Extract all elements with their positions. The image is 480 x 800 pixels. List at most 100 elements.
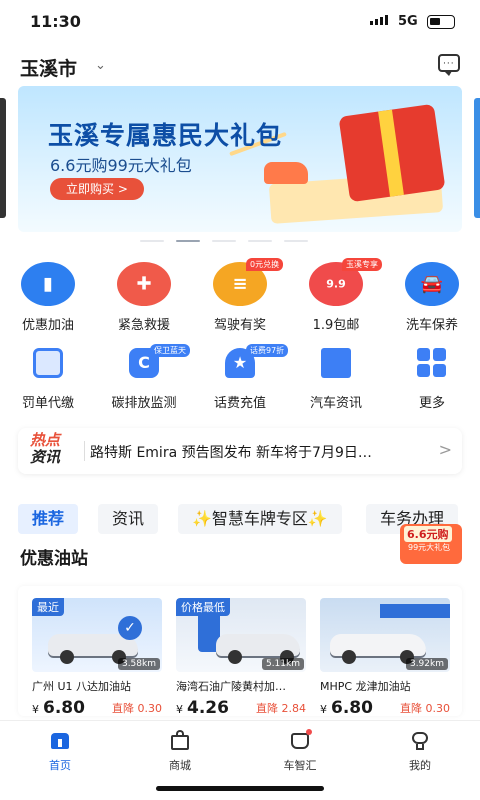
service-phone-recharge[interactable]: 话费97折 ★ 话费充值: [192, 344, 289, 411]
service-oil[interactable]: ▮ 优惠加油: [0, 262, 96, 333]
service-tag: 保卫蓝天: [150, 344, 190, 357]
tab-smart-plate[interactable]: ✨智慧车牌专区✨: [178, 504, 342, 534]
station-card[interactable]: 价格最低 5.11km 海湾石油广陵黄村加… ¥4.26 直降 2.84: [176, 598, 306, 718]
shop-bag-icon: [169, 729, 191, 751]
service-rescue[interactable]: ✚ 紧急救援: [96, 262, 192, 333]
currency: ¥: [176, 703, 183, 716]
network-type: 5G: [398, 14, 418, 29]
service-car-news[interactable]: 汽车资讯: [288, 348, 384, 411]
chevron-down-icon[interactable]: ⌄: [95, 58, 106, 73]
service-label: 话费充值: [213, 396, 266, 411]
service-tag: 玉溪专享: [342, 258, 382, 271]
nav-car-hub[interactable]: 车智汇: [240, 729, 360, 773]
service-driving-reward[interactable]: 0元兑换 ≡ 驾驶有奖: [192, 258, 288, 333]
station-image: ✓ 最近 3.58km: [32, 598, 162, 672]
news-icon: [321, 348, 351, 378]
signal-icon: [370, 15, 388, 25]
service-grid-row2: 罚单代缴 保卫蓝天 C 碳排放监测 话费97折 ★ 话费充值 汽车资讯 更多: [0, 344, 480, 411]
nav-home[interactable]: 首页: [0, 729, 120, 773]
tab-news[interactable]: 资讯: [98, 504, 159, 534]
profile-icon: [409, 729, 431, 751]
check-shield-icon: ✓: [118, 616, 142, 640]
station-card[interactable]: ✓ 最近 3.58km 广州 U1 八达加油站 ¥6.80 直降 0.30: [32, 598, 162, 718]
top-header: 玉溪市 ⌄ ···: [0, 50, 480, 82]
banner-prev-peek: [0, 98, 6, 218]
floating-promo-badge[interactable]: 6.6元购 99元大礼包: [400, 520, 464, 568]
currency: ¥: [320, 703, 327, 716]
canopy-illustration: [380, 604, 450, 618]
car-hub-icon: [289, 729, 312, 751]
service-car-wash[interactable]: 🚘 洗车保养: [384, 262, 480, 333]
divider: [84, 441, 85, 461]
station-image: 3.92km: [320, 598, 450, 672]
price-drop: 直降 2.84: [256, 702, 306, 715]
service-label: 驾驶有奖: [213, 318, 266, 333]
service-tag: 话费97折: [246, 344, 289, 357]
buy-now-button[interactable]: 立即购买 >: [50, 178, 144, 200]
service-label: 更多: [418, 396, 445, 411]
service-carbon[interactable]: 保卫蓝天 C 碳排放监测: [96, 344, 192, 411]
banner-carousel[interactable]: 玉溪专属惠民大礼包 6.6元购99元大礼包 立即购买 >: [0, 86, 480, 236]
service-label: 碳排放监测: [111, 396, 177, 411]
rescue-icon: ✚: [117, 262, 171, 306]
hot-news-logo: 热点 资讯: [30, 432, 76, 466]
status-bar: 11:30 5G: [0, 0, 480, 44]
carousel-indicator: [140, 240, 308, 242]
service-fine-payment[interactable]: 罚单代缴: [0, 348, 96, 411]
service-label: 1.9包邮: [312, 318, 360, 333]
status-time: 11:30: [30, 12, 81, 31]
section-title: 优惠油站: [20, 549, 88, 569]
price-value: 6.80: [43, 698, 85, 718]
banner-subtitle: 6.6元购99元大礼包: [50, 156, 192, 175]
station-image: 价格最低 5.11km: [176, 598, 306, 672]
banner-title: 玉溪专属惠民大礼包: [48, 121, 283, 150]
service-label: 紧急救援: [117, 318, 170, 333]
price-drop: 直降 0.30: [112, 702, 162, 715]
nav-label: 商城: [169, 759, 191, 772]
service-label: 洗车保养: [405, 318, 458, 333]
battery-icon: [427, 15, 455, 29]
station-badge: 价格最低: [176, 598, 230, 616]
chevron-right-icon[interactable]: >: [439, 440, 452, 459]
service-label: 优惠加油: [21, 318, 74, 333]
message-icon[interactable]: ···: [438, 54, 460, 76]
station-distance: 5.11km: [261, 658, 304, 670]
nav-label: 首页: [49, 759, 71, 772]
service-label: 罚单代缴: [21, 396, 74, 411]
service-tag: 0元兑换: [246, 258, 284, 271]
banner-next-peek: [474, 98, 480, 218]
tab-recommend[interactable]: 推荐: [18, 504, 79, 534]
nav-label: 车智汇: [283, 759, 317, 772]
nav-label: 我的: [409, 759, 431, 772]
station-badge: 最近: [32, 598, 64, 616]
promo-price: 6.6元购: [404, 526, 452, 542]
station-distance: 3.92km: [405, 658, 448, 670]
service-more[interactable]: 更多: [384, 348, 480, 411]
news-label: 资讯: [30, 448, 61, 466]
city-selector[interactable]: 玉溪市: [20, 54, 77, 81]
service-label: 汽车资讯: [309, 396, 362, 411]
nav-shop[interactable]: 商城: [120, 729, 240, 773]
station-name: MHPC 龙津加油站: [320, 680, 411, 693]
price-value: 6.80: [331, 698, 373, 718]
news-headline[interactable]: 路特斯 Emira 预告图发布 新车将于7月9日…: [90, 442, 440, 462]
wheel: [228, 650, 242, 664]
station-distance: 3.58km: [117, 658, 160, 670]
hot-news-bar[interactable]: 热点 资讯 路特斯 Emira 预告图发布 新车将于7月9日… >: [18, 428, 462, 474]
ticket-icon: [33, 348, 63, 378]
station-list: ✓ 最近 3.58km 广州 U1 八达加油站 ¥6.80 直降 0.30 价格…: [18, 586, 462, 718]
wheel: [342, 650, 356, 664]
price-drop: 直降 0.30: [400, 702, 450, 715]
nav-profile[interactable]: 我的: [360, 729, 480, 773]
oil-can-icon: ▮: [21, 262, 75, 306]
hot-label: 热点: [30, 431, 61, 449]
promo-banner[interactable]: 玉溪专属惠民大礼包 6.6元购99元大礼包 立即购买 >: [18, 86, 462, 232]
gift-box-illustration: [338, 103, 446, 203]
station-card[interactable]: 3.92km MHPC 龙津加油站 ¥6.80 直降 0.30: [320, 598, 450, 718]
promo-desc: 99元大礼包: [408, 543, 451, 552]
station-name: 海湾石油广陵黄村加…: [176, 680, 286, 693]
service-grid-row1: ▮ 优惠加油 ✚ 紧急救援 0元兑换 ≡ 驾驶有奖 玉溪专享 9.9 1.9包邮…: [0, 258, 480, 333]
service-free-shipping[interactable]: 玉溪专享 9.9 1.9包邮: [288, 258, 384, 333]
car-wash-icon: 🚘: [405, 262, 459, 306]
home-icon: [49, 729, 71, 751]
